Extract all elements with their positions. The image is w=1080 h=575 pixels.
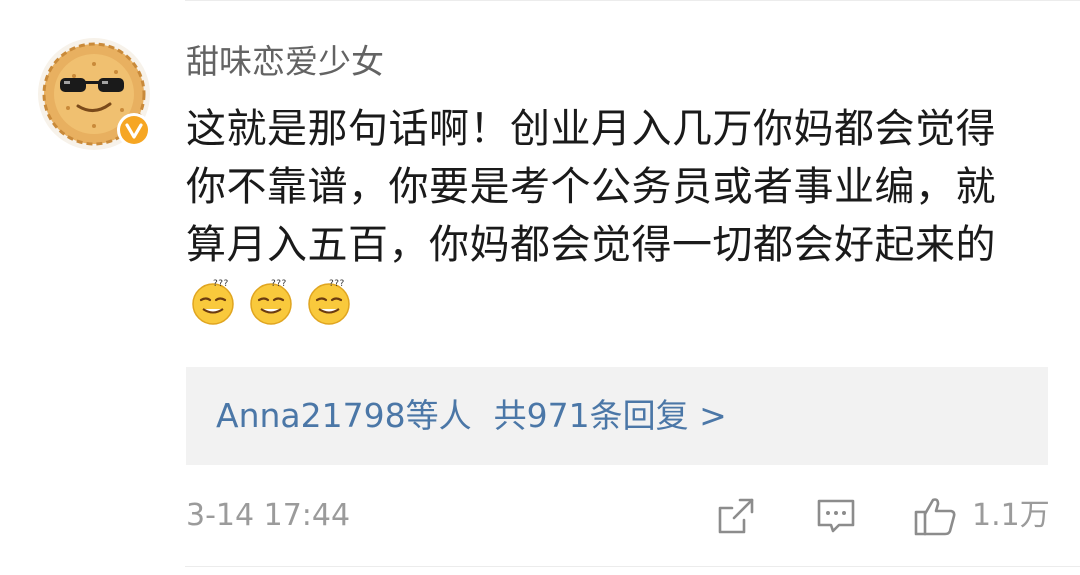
- avatar[interactable]: [38, 38, 151, 150]
- timestamp: 3-14 17:44: [186, 498, 351, 533]
- top-divider: [185, 0, 1080, 1]
- reply-button[interactable]: [814, 494, 858, 542]
- smirk-sleepy-emoji-icon: ???: [308, 279, 350, 325]
- share-icon: [718, 498, 754, 534]
- comment-icon: [817, 499, 855, 533]
- like-count: 1.1万: [972, 498, 1050, 533]
- comment-body: 这就是那句话啊！创业月入几万你妈都会觉得你不靠谱，你要是考个公务员或者事业编，就…: [186, 100, 1036, 342]
- replies-preview[interactable]: Anna21798等人 共971条回复 >: [186, 367, 1048, 465]
- verified-badge-icon: [117, 113, 151, 147]
- bottom-divider: [185, 566, 1080, 567]
- smirk-sleepy-emoji-icon: ???: [192, 279, 234, 325]
- reply-users-link[interactable]: Anna21798等人: [216, 396, 472, 435]
- smirk-sleepy-emoji-icon: ???: [250, 279, 292, 325]
- svg-text:???: ???: [213, 279, 229, 289]
- svg-text:???: ???: [329, 279, 345, 289]
- replies-summary: Anna21798等人 共971条回复 >: [216, 395, 727, 437]
- thumbs-up-icon: [914, 498, 956, 536]
- comment-card: 甜味恋爱少女 这就是那句话啊！创业月入几万你妈都会觉得你不靠谱，你要是考个公务员…: [0, 0, 1080, 575]
- reply-count-link[interactable]: 共971条回复 >: [494, 396, 727, 435]
- comment-meta: 3-14 17:44 1.1万: [186, 494, 1050, 538]
- svg-text:???: ???: [271, 279, 287, 289]
- like-button[interactable]: [912, 494, 960, 542]
- comment-text: 这就是那句话啊！创业月入几万你妈都会觉得你不靠谱，你要是考个公务员或者事业编，就…: [186, 106, 996, 268]
- username[interactable]: 甜味恋爱少女: [186, 42, 384, 82]
- share-button[interactable]: [714, 494, 758, 542]
- emoji-group: ??? ??? ???: [188, 276, 362, 342]
